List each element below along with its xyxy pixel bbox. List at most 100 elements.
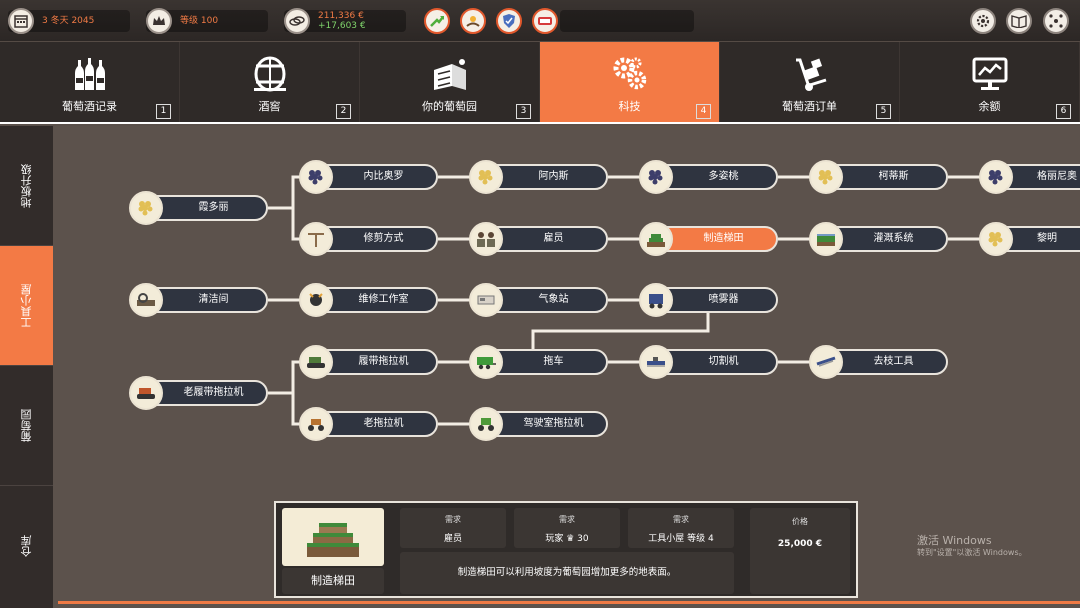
side-tab-warehouse[interactable]: 仓库 [0, 486, 53, 606]
gears-icon [613, 57, 646, 90]
pruning-trellis-icon [299, 222, 333, 256]
tab-label: 酒窖 [258, 100, 281, 113]
tractor-icon [299, 407, 333, 441]
side-tab-tool-shed[interactable]: 工具小屋 [0, 246, 53, 366]
top-status-bar: 3 冬天 2045 等级 100 211,336 € +17,603 € [0, 0, 1080, 42]
tech-node-label: 维修工作室 [358, 294, 409, 305]
tech-node-old-crawler-tractor[interactable]: 老履带拖拉机 [129, 376, 268, 410]
requirement-value: 工具小屋 等级 4 [648, 534, 714, 544]
side-tab-label: 葡萄园 [19, 409, 33, 442]
side-tab-label: 地板升级 [19, 163, 33, 208]
tab-wine-records[interactable]: 葡萄酒记录 1 [0, 42, 180, 122]
category-side-tabs: 地板升级 工具小屋 葡萄园 仓库 [0, 126, 53, 608]
tab-technology[interactable]: 科技 4 [540, 42, 720, 122]
tech-node-debranching-tool[interactable]: 去枝工具 [809, 345, 948, 379]
white-grape-icon [469, 160, 503, 194]
white-grape-icon [809, 160, 843, 194]
irrigation-icon [809, 222, 843, 256]
requirement-card-2: 需求 玩家 ♛ 30 [514, 508, 620, 548]
tech-node-nebbiolo[interactable]: 内比奥罗 [299, 160, 438, 194]
calendar-icon[interactable] [8, 8, 34, 34]
tech-node-label: 格丽尼奥 [1037, 171, 1077, 182]
tab-label: 科技 [618, 100, 641, 113]
sprayer-icon [639, 283, 673, 317]
description-text: 制造梯田可以利用坡度为葡萄园增加更多的地表面。 [457, 567, 677, 578]
tech-node-label: 履带拖拉机 [358, 356, 409, 367]
requirement-title: 需求 [559, 515, 575, 524]
tech-node-label: 雇员 [543, 233, 564, 244]
description-card: 制造梯田可以利用坡度为葡萄园增加更多的地表面。 [400, 552, 734, 594]
tech-node-label: 柯蒂斯 [878, 171, 909, 182]
gear-icon[interactable] [970, 8, 996, 34]
tech-node-pruning-method[interactable]: 修剪方式 [299, 222, 438, 256]
tab-balance[interactable]: 余额 6 [900, 42, 1080, 122]
trailer-icon [469, 345, 503, 379]
tech-node-cortese[interactable]: 柯蒂斯 [809, 160, 948, 194]
red-grape-icon [299, 160, 333, 194]
requirement-title: 需求 [445, 515, 461, 524]
money-text: 211,336 € [318, 11, 364, 21]
main-tab-bar: 葡萄酒记录 1 酒窖 2 你的葡萄园 3 科技 4 葡萄酒订单 5 余额 6 [0, 42, 1080, 124]
tech-node-chardonnay[interactable]: 霞多丽 [129, 191, 268, 225]
hotkey-badge: 6 [1056, 104, 1071, 119]
tech-node-label: 喷雾器 [708, 294, 739, 305]
white-grape-icon [979, 222, 1013, 256]
side-tab-floor-upgrade[interactable]: 地板升级 [0, 126, 53, 246]
white-grape-icon [129, 191, 163, 225]
coins-icon[interactable] [284, 8, 310, 34]
tech-node-sprayer[interactable]: 喷雾器 [639, 283, 778, 317]
tab-cellar[interactable]: 酒窖 2 [180, 42, 360, 122]
tech-node-label: 老履带拖拉机 [183, 387, 244, 398]
tech-node-cutter[interactable]: 切割机 [639, 345, 778, 379]
notification-strip [560, 10, 694, 32]
crawler-tractor-icon [129, 376, 163, 410]
tech-node-irrigation[interactable]: 灌溉系统 [809, 222, 948, 256]
price-title: 价格 [792, 517, 808, 526]
tech-node-cleaning-room[interactable]: 清洁间 [129, 283, 268, 317]
tech-node-label: 制造梯田 [703, 233, 744, 244]
book-icon[interactable] [1006, 8, 1032, 34]
network-icon[interactable] [1043, 8, 1069, 34]
wine-bottles-icon [74, 58, 105, 90]
price-button[interactable]: 价格 25,000 € [750, 508, 850, 594]
tech-node-arneis[interactable]: 阿内斯 [469, 160, 608, 194]
crown-icon[interactable] [146, 8, 172, 34]
vineyard-field-icon [433, 59, 466, 90]
tab-your-vineyard[interactable]: 你的葡萄园 3 [360, 42, 540, 122]
tech-node-grignolino[interactable]: 格丽尼奥 [979, 160, 1080, 194]
tech-node-label: 修剪方式 [363, 233, 404, 244]
tech-node-label: 去枝工具 [873, 356, 914, 367]
tech-node-liming[interactable]: 黎明 [979, 222, 1080, 256]
cutter-icon [639, 345, 673, 379]
hotkey-badge: 1 [156, 104, 171, 119]
wine-label-icon[interactable] [532, 8, 558, 34]
tab-wine-orders[interactable]: 葡萄酒订单 5 [720, 42, 900, 122]
tech-node-old-tractor[interactable]: 老拖拉机 [299, 407, 438, 441]
tech-node-label: 多姿桃 [708, 171, 739, 182]
tab-label: 你的葡萄园 [422, 100, 477, 113]
tech-node-weather-station[interactable]: 气象站 [469, 283, 608, 317]
shield-icon[interactable] [496, 8, 522, 34]
side-tab-vineyard[interactable]: 葡萄园 [0, 366, 53, 486]
tech-node-employees[interactable]: 雇员 [469, 222, 608, 256]
tech-node-label: 灌溉系统 [873, 233, 914, 244]
tech-node-cab-tractor[interactable]: 驾驶室拖拉机 [469, 407, 608, 441]
tech-node-repair-workshop[interactable]: 维修工作室 [299, 283, 438, 317]
date-text: 3 冬天 2045 [42, 16, 95, 26]
detail-name: 制造梯田 [282, 568, 384, 594]
tech-node-crawler-tractor[interactable]: 履带拖拉机 [299, 345, 438, 379]
tech-node-dolcetto[interactable]: 多姿桃 [639, 160, 778, 194]
growth-arrow-icon[interactable] [424, 8, 450, 34]
hotkey-badge: 3 [516, 104, 531, 119]
requirement-card-1: 需求 雇员 [400, 508, 506, 548]
weather-station-icon [469, 283, 503, 317]
tech-node-label: 气象站 [538, 294, 569, 305]
tab-label: 余额 [978, 100, 1001, 113]
terrace-icon [639, 222, 673, 256]
tech-node-label: 霞多丽 [198, 202, 229, 213]
workers-icon [469, 222, 503, 256]
vineyard-sun-icon[interactable] [460, 8, 486, 34]
tech-node-trailer[interactable]: 拖车 [469, 345, 608, 379]
price-value: 25,000 € [777, 539, 823, 549]
tech-node-terracing[interactable]: 制造梯田 [639, 222, 778, 256]
